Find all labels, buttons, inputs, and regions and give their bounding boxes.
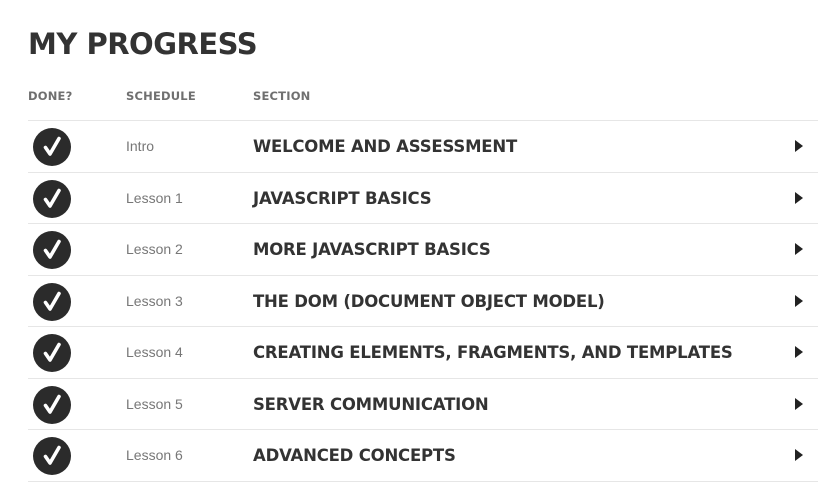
chevron-right-icon[interactable] [795, 243, 803, 255]
chevron-right-icon[interactable] [795, 346, 803, 358]
section-title[interactable]: WELCOME AND ASSESSMENT [253, 136, 517, 158]
checkmark-icon [33, 282, 71, 321]
section-title[interactable]: SERVER COMMUNICATION [253, 394, 489, 416]
column-header-done: DONE? [28, 89, 73, 103]
section-title[interactable]: JAVASCRIPT BASICS [253, 188, 432, 210]
checkmark-icon [33, 231, 71, 269]
schedule-label: Lesson 4 [126, 344, 183, 360]
checkmark-icon [33, 179, 71, 218]
progress-row-lesson-1[interactable]: Lesson 1 JAVASCRIPT BASICS [28, 173, 818, 224]
chevron-right-icon[interactable] [795, 140, 803, 152]
column-header-schedule: SCHEDULE [126, 89, 196, 103]
chevron-right-icon[interactable] [795, 294, 803, 307]
checkmark-icon [33, 385, 71, 424]
page-title: MY PROGRESS [28, 27, 258, 61]
column-header-section: SECTION [253, 89, 311, 103]
progress-row-lesson-2[interactable]: Lesson 2 MORE JAVASCRIPT BASICS [28, 224, 818, 276]
section-title[interactable]: MORE JAVASCRIPT BASICS [253, 239, 491, 261]
schedule-label: Intro [126, 138, 155, 154]
schedule-label: Lesson 2 [126, 241, 183, 257]
chevron-right-icon[interactable] [795, 397, 803, 410]
schedule-label: Lesson 3 [126, 292, 183, 309]
progress-row-lesson-3[interactable]: Lesson 3 THE DOM (DOCUMENT OBJECT MODEL) [28, 276, 818, 327]
progress-row-lesson-6[interactable]: Lesson 6 ADVANCED CONCEPTS [28, 430, 818, 482]
schedule-label: Lesson 5 [126, 395, 183, 412]
chevron-right-icon[interactable] [795, 449, 803, 461]
checkmark-icon [33, 334, 71, 372]
column-headers: DONE? SCHEDULE SECTION [28, 87, 818, 105]
progress-row-lesson-4[interactable]: Lesson 4 CREATING ELEMENTS, FRAGMENTS, A… [28, 327, 818, 379]
schedule-label: Lesson 1 [126, 189, 183, 206]
chevron-right-icon[interactable] [795, 191, 803, 204]
schedule-label: Lesson 6 [126, 447, 183, 463]
progress-row-lesson-5[interactable]: Lesson 5 SERVER COMMUNICATION [28, 379, 818, 430]
section-title[interactable]: CREATING ELEMENTS, FRAGMENTS, AND TEMPLA… [253, 342, 733, 364]
progress-row-intro[interactable]: Intro WELCOME AND ASSESSMENT [28, 121, 818, 173]
section-title[interactable]: ADVANCED CONCEPTS [253, 445, 456, 467]
section-title[interactable]: THE DOM (DOCUMENT OBJECT MODEL) [253, 291, 605, 313]
progress-list: Intro WELCOME AND ASSESSMENT Lesson 1 JA… [28, 120, 818, 482]
checkmark-icon [33, 437, 71, 475]
checkmark-icon [33, 128, 71, 166]
